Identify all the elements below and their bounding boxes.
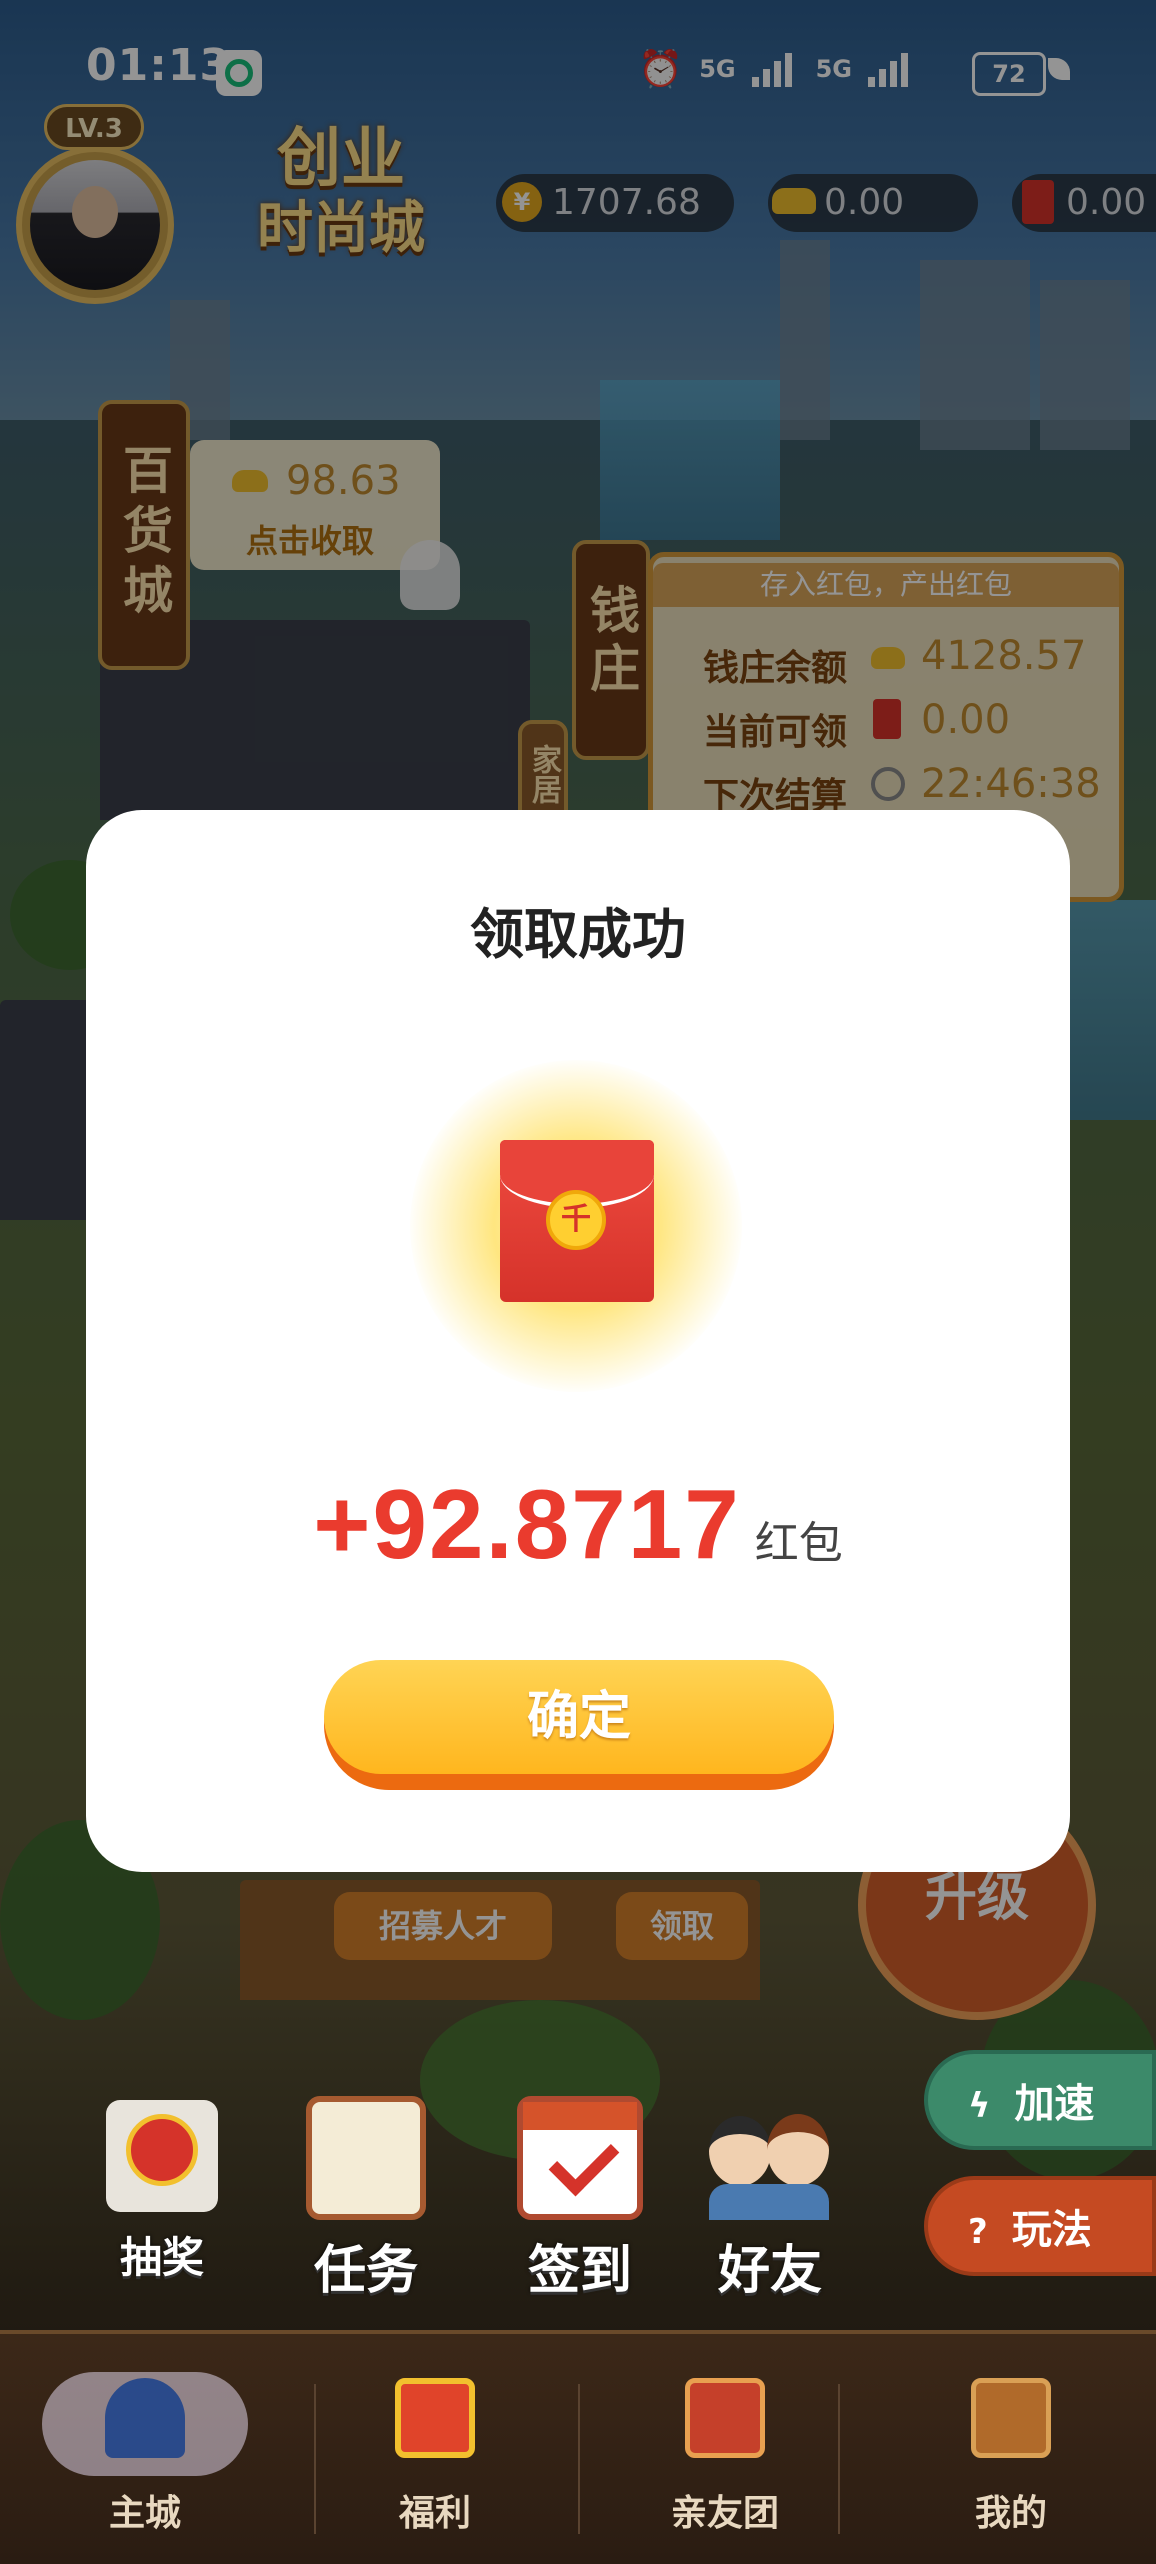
- howto-button[interactable]: ? 玩法: [924, 2176, 1156, 2276]
- palace-icon: [105, 2378, 185, 2458]
- reward-amount: +92.8717: [313, 1469, 741, 1579]
- reward-unit: 红包: [754, 1518, 843, 1569]
- reward-amount-row: +92.8717 红包: [0, 1468, 1156, 1581]
- friends-label: 好友: [717, 2241, 822, 2301]
- speedup-label: 加速: [1014, 2081, 1095, 2127]
- tab-welfare[interactable]: 福利: [290, 2334, 580, 2564]
- friends-button[interactable]: 好友: [690, 2096, 850, 2303]
- envelope-coin-icon: 千: [546, 1190, 606, 1250]
- checkin-button[interactable]: 签到: [500, 2096, 660, 2303]
- tab-label: 福利: [398, 2493, 471, 2534]
- red-envelope-icon: 千: [500, 1140, 654, 1302]
- lottery-label: 抽奖: [119, 2233, 204, 2282]
- dialog-title: 领取成功: [470, 903, 686, 966]
- tab-mine[interactable]: 我的: [866, 2334, 1156, 2564]
- confirm-button-label: 确定: [324, 1660, 834, 1774]
- tab-friends-group[interactable]: 亲友团: [580, 2334, 870, 2564]
- checkin-calendar-icon: [517, 2096, 643, 2220]
- lottery-wheel-icon: [106, 2100, 218, 2212]
- friends-icon: [703, 2096, 837, 2220]
- tasks-button[interactable]: 任务: [286, 2096, 446, 2303]
- task-scroll-icon: [306, 2096, 426, 2220]
- bottom-tab-bar: 主城 福利 亲友团 我的: [0, 2330, 1156, 2564]
- tab-main-city[interactable]: 主城: [0, 2334, 290, 2564]
- howto-label: 玩法: [1011, 2207, 1092, 2253]
- confirm-button[interactable]: 确定: [324, 1660, 834, 1790]
- book-icon: [971, 2378, 1051, 2458]
- lottery-button[interactable]: 抽奖: [82, 2100, 242, 2285]
- tab-divider: [838, 2384, 840, 2534]
- tab-label: 我的: [974, 2493, 1047, 2534]
- tab-label: 亲友团: [670, 2493, 779, 2534]
- gift-icon: [395, 2378, 475, 2458]
- banner-icon: [685, 2378, 765, 2458]
- speedup-button[interactable]: ϟ 加速: [924, 2050, 1156, 2150]
- checkin-label: 签到: [527, 2241, 632, 2301]
- question-icon: ?: [968, 2212, 988, 2252]
- tasks-label: 任务: [313, 2241, 418, 2301]
- tab-label: 主城: [108, 2493, 181, 2534]
- lightning-icon: ϟ: [968, 2086, 991, 2126]
